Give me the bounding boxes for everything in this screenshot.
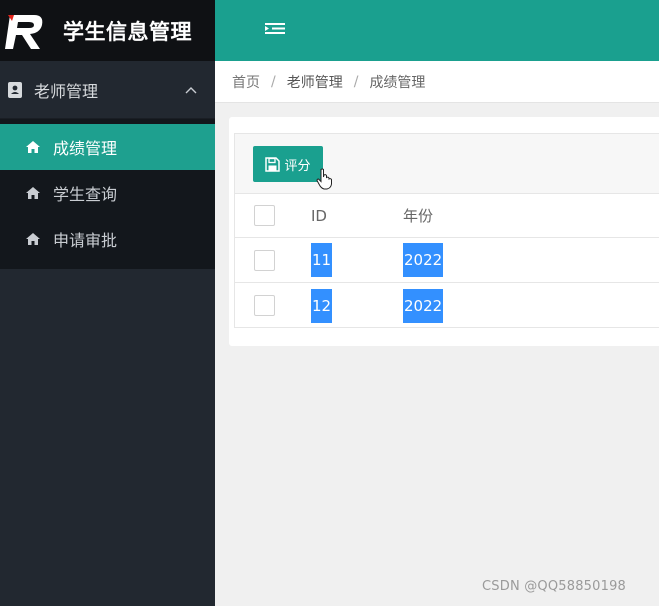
sidebar-item-label: 学生查询	[53, 185, 118, 204]
r-logo-icon	[5, 14, 43, 49]
table-header-row: ID 年份	[235, 194, 659, 238]
contact-book-icon	[8, 81, 22, 98]
cell-id: 12	[311, 288, 333, 323]
cell-id: 11	[311, 243, 333, 277]
select-all-checkbox[interactable]	[254, 205, 275, 226]
submenu: 成绩管理 学生查询 申请审批	[0, 119, 215, 269]
cell-year: 2022	[403, 243, 444, 277]
breadcrumb: 首页 / 老师管理 / 成绩管理	[215, 61, 659, 103]
watermark: CSDN @QQ58850198	[482, 579, 627, 594]
breadcrumb-teacher-management[interactable]: 老师管理	[287, 72, 343, 92]
table-toolbar: 评分	[235, 134, 659, 194]
data-table: 评分 ID 年份 11 2022 12 2022	[234, 133, 659, 328]
sidebar-item-grade-management[interactable]: 成绩管理	[0, 124, 215, 170]
row-checkbox[interactable]	[254, 249, 275, 271]
breadcrumb-separator: /	[271, 73, 276, 90]
save-icon	[265, 156, 281, 172]
content-card: 评分 ID 年份 11 2022 12 2022	[229, 117, 659, 346]
menu-group-teacher[interactable]: 老师管理	[0, 61, 215, 119]
home-icon	[26, 141, 40, 153]
sidebar-item-application-approval[interactable]: 申请审批	[0, 216, 215, 262]
logo-area: 学生信息管理	[0, 0, 215, 61]
score-button[interactable]: 评分	[253, 146, 323, 182]
app-title: 学生信息管理	[63, 19, 192, 44]
top-bar	[215, 0, 659, 61]
sidebar-item-label: 申请审批	[53, 231, 118, 250]
cell-year: 2022	[403, 288, 444, 323]
breadcrumb-home[interactable]: 首页	[232, 72, 260, 92]
table-row: 12 2022	[235, 283, 659, 328]
breadcrumb-current: 成绩管理	[369, 74, 426, 91]
column-header-year: 年份	[403, 207, 434, 225]
score-button-label: 评分	[284, 158, 311, 174]
sidebar: 学生信息管理 老师管理 成绩管理 学生查询 申请审批	[0, 0, 215, 606]
breadcrumb-separator: /	[353, 73, 359, 90]
menu-group-label: 老师管理	[34, 81, 99, 101]
table-row: 11 2022	[235, 238, 659, 283]
sidebar-item-student-query[interactable]: 学生查询	[0, 170, 215, 216]
sidebar-item-label: 成绩管理	[53, 139, 118, 158]
column-header-id: ID	[311, 206, 327, 225]
menu-toggle-icon[interactable]	[265, 21, 285, 37]
row-checkbox[interactable]	[254, 295, 275, 316]
chevron-up-icon	[185, 86, 197, 93]
hand-cursor-icon	[316, 168, 332, 190]
home-icon	[26, 233, 40, 245]
home-icon	[26, 187, 40, 199]
